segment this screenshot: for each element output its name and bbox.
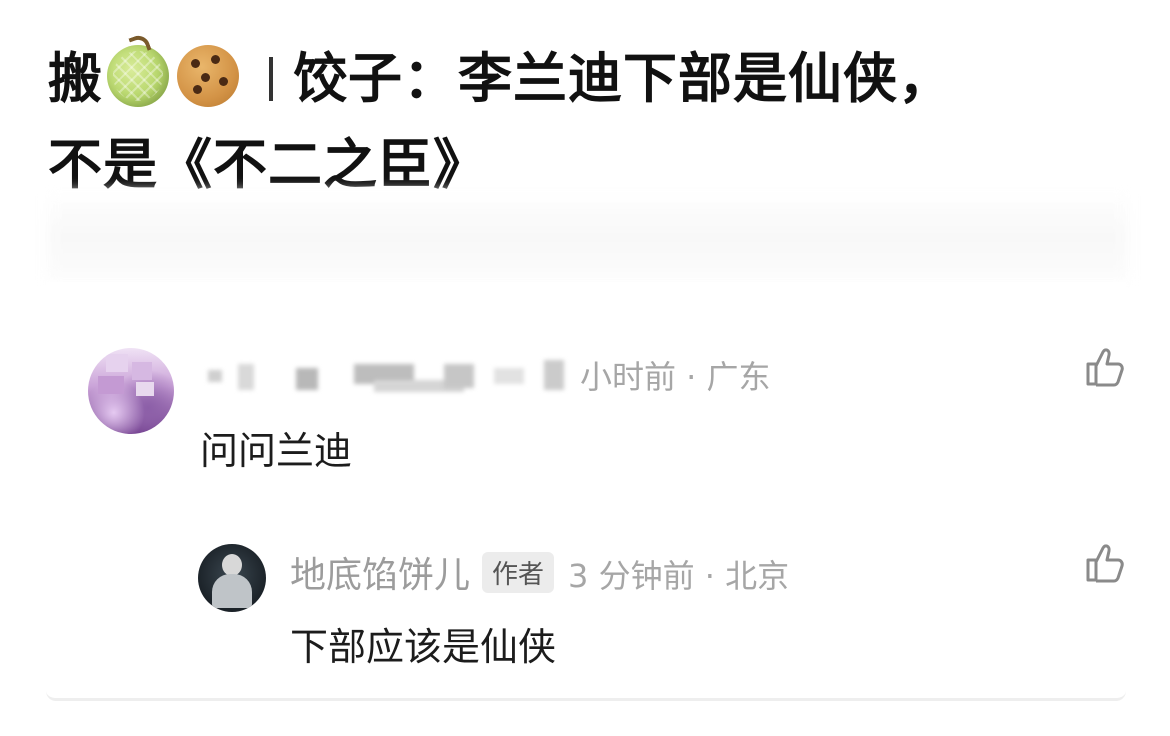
reply-text: 下部应该是仙侠: [290, 625, 557, 669]
avatar[interactable]: [198, 544, 266, 612]
comment-time-location: 小时前 · 广东: [580, 358, 771, 396]
title-separator: [269, 57, 273, 101]
author-badge: 作者: [482, 552, 555, 593]
avatar[interactable]: [88, 348, 174, 434]
reply-meta: 地底馅饼儿 作者 3 分钟前 · 北京: [290, 546, 789, 598]
post-title-line-1: 搬 饺子：李兰迪下部是仙侠，: [48, 36, 1128, 122]
reply-author-name[interactable]: 地底馅饼儿: [290, 555, 470, 596]
comment-section: 小时前 · 广东 问问兰迪 地底馅饼儿 作者 3 分钟前 · 北京 下部应该是仙侠: [46, 282, 1126, 701]
thumbs-up-icon[interactable]: [1084, 542, 1126, 584]
melon-icon: [107, 45, 169, 107]
blurred-content-area: [48, 190, 1128, 280]
redacted-username: [204, 358, 576, 394]
title-text-line-1: 饺子：李兰迪下部是仙侠，: [293, 47, 953, 110]
reply-time-location: 3 分钟前 · 北京: [568, 557, 790, 595]
post-title: 搬饺子：李兰迪下部是仙侠， 不是《不二之臣》: [48, 36, 1128, 208]
comment-text: 问问兰迪: [200, 429, 353, 473]
comment-meta: 小时前 · 广东: [204, 352, 771, 396]
thumbs-up-icon[interactable]: [1084, 346, 1126, 388]
title-prefix: 搬: [48, 47, 103, 110]
cookie-icon: [177, 45, 239, 107]
